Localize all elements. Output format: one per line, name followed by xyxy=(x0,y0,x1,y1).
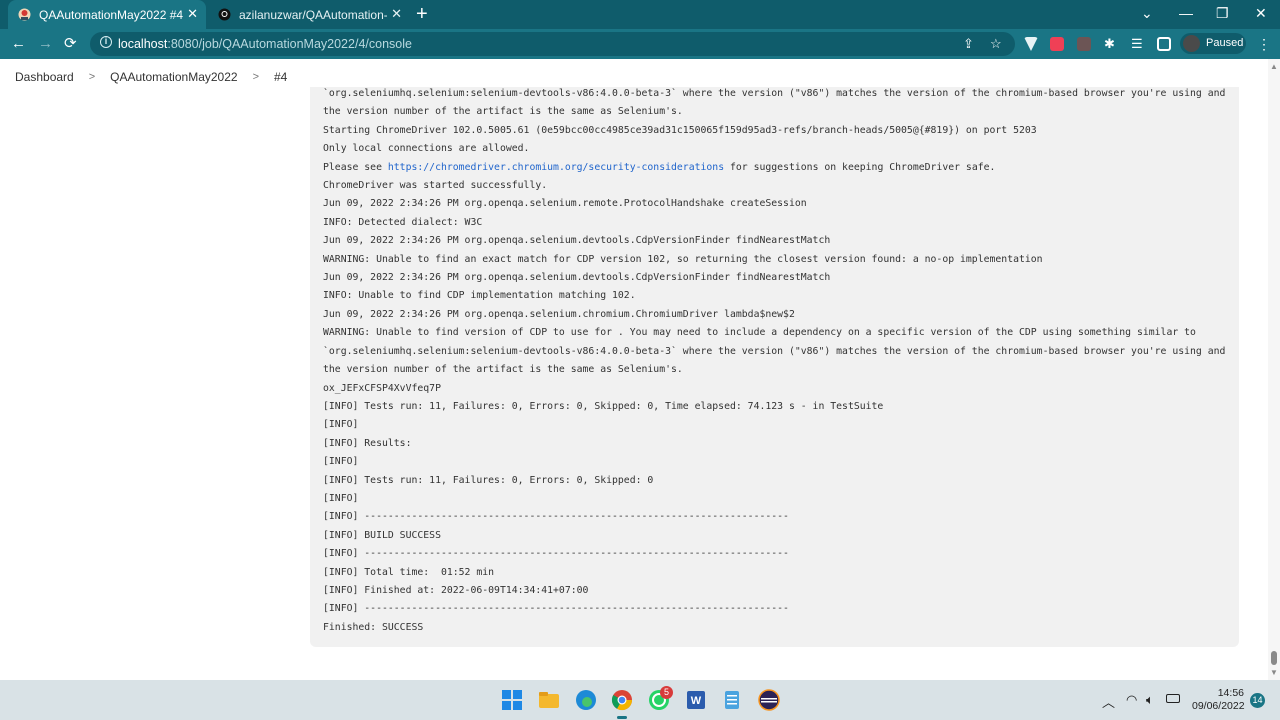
svg-text:W: W xyxy=(691,695,702,707)
system-clock[interactable]: 14:56 09/06/2022 xyxy=(1192,687,1245,713)
chevron-up-icon[interactable]: ︿ xyxy=(1102,692,1115,711)
windows-start-icon[interactable] xyxy=(501,689,523,711)
back-button[interactable]: ← xyxy=(11,35,26,53)
tab-close-icon[interactable]: ✕ xyxy=(391,7,402,21)
console-line: INFO: Unable to find CDP implementation … xyxy=(323,290,636,302)
tab-github-repo[interactable]: azilanuzwar/QAAutomation-JLab ✕ xyxy=(210,0,410,29)
breadcrumb-chevron-right-icon: > xyxy=(88,71,96,83)
console-line: the version number of the artifact is th… xyxy=(323,364,683,376)
console-line: WARNING: Unable to find an exact match f… xyxy=(323,253,1043,265)
minimize-button[interactable]: — xyxy=(1179,5,1193,21)
notification-badge[interactable]: 14 xyxy=(1250,693,1265,708)
side-panel-icon[interactable] xyxy=(1157,37,1171,51)
word-icon[interactable]: W xyxy=(685,689,707,711)
chrome-icon[interactable] xyxy=(611,689,633,711)
taskbar: W ︿ ◠ 🔈︎ 14:56 09/06/2022 14 xyxy=(0,680,1280,720)
tab-title: QAAutomationMay2022 #4 Console xyxy=(39,7,187,22)
forward-button[interactable]: → xyxy=(38,35,53,53)
console-line: WARNING: Unable to find version of CDP t… xyxy=(323,327,1196,339)
scrollbar-thumb[interactable] xyxy=(1271,651,1277,665)
console-line: [INFO] xyxy=(323,456,359,468)
bookmark-star-icon[interactable]: ☆ xyxy=(990,36,1002,52)
console-line: Jun 09, 2022 2:34:26 PM org.openqa.selen… xyxy=(323,308,795,320)
browser-toolbar: ← → ⟳ i localhost:8080/job/QAAutomationM… xyxy=(0,29,1280,59)
console-line: [INFO] xyxy=(323,492,359,504)
extension-icon[interactable] xyxy=(1077,37,1091,51)
share-icon[interactable]: ⇪ xyxy=(963,36,974,52)
console-line: [INFO] xyxy=(323,419,359,431)
console-line: Only local connections are allowed. xyxy=(323,143,530,155)
page-scrollbar[interactable]: ▲ ▼ xyxy=(1268,59,1280,680)
console-line: [INFO] Tests run: 11, Failures: 0, Error… xyxy=(323,474,654,486)
console-line: [INFO] BUILD SUCCESS xyxy=(323,529,441,541)
console-output-panel: `org.seleniumhq.selenium:selenium-devtoo… xyxy=(310,87,1239,647)
console-line: `org.seleniumhq.selenium:selenium-devtoo… xyxy=(323,345,1226,357)
console-output: `org.seleniumhq.selenium:selenium-devtoo… xyxy=(323,87,1225,637)
console-line: INFO: Detected dialect: W3C xyxy=(323,216,483,228)
scroll-up-icon[interactable]: ▲ xyxy=(1270,62,1278,71)
chromedriver-security-link[interactable]: https://chromedriver.chromium.org/securi… xyxy=(388,162,724,173)
tab-jenkins-console[interactable]: QAAutomationMay2022 #4 Console ✕ xyxy=(8,0,206,29)
pocket-extension-icon[interactable] xyxy=(1050,37,1064,51)
tab-search-chevron-down-icon[interactable]: ⌄ xyxy=(1141,5,1153,22)
console-line: ox_JEFxCFSP4XvVfeq7P xyxy=(323,382,441,394)
browser-menu-icon[interactable]: ⋮ xyxy=(1257,36,1271,53)
breadcrumb-job[interactable]: QAAutomationMay2022 xyxy=(110,70,237,84)
clock-date: 09/06/2022 xyxy=(1192,700,1245,712)
console-line: [INFO] Tests run: 11, Failures: 0, Error… xyxy=(323,400,884,412)
edge-browser-icon[interactable] xyxy=(575,689,597,711)
scroll-down-icon[interactable]: ▼ xyxy=(1270,668,1278,677)
tab-close-icon[interactable]: ✕ xyxy=(187,7,198,21)
profile-button[interactable]: Paused xyxy=(1180,33,1246,54)
url-path: :8080/job/QAAutomationMay2022/4/console xyxy=(167,37,412,51)
url-text[interactable]: localhost:8080/job/QAAutomationMay2022/4… xyxy=(118,37,412,51)
console-line: [INFO] Finished at: 2022-06-09T14:34:41+… xyxy=(323,584,589,596)
console-line: Jun 09, 2022 2:34:26 PM org.openqa.selen… xyxy=(323,198,807,210)
console-line: [INFO] ---------------------------------… xyxy=(323,548,789,560)
console-line: [INFO] Total time: 01:52 min xyxy=(323,566,495,578)
console-line: Finished: SUCCESS xyxy=(323,621,424,633)
console-line: [INFO] ---------------------------------… xyxy=(323,603,789,615)
notepad-icon[interactable] xyxy=(721,689,743,711)
speaker-icon[interactable]: 🔈︎ xyxy=(1146,692,1154,708)
console-line: for suggestions on keeping ChromeDriver … xyxy=(724,161,996,173)
extensions-puzzle-icon[interactable]: ✱ xyxy=(1104,36,1115,52)
console-line: [INFO] ---------------------------------… xyxy=(323,511,789,523)
whatsapp-unread-badge: 5 xyxy=(660,686,673,699)
breadcrumb-chevron-right-icon: > xyxy=(252,71,259,83)
url-host: localhost xyxy=(118,37,168,51)
breadcrumb-build[interactable]: #4 xyxy=(274,70,287,84)
console-line: Jun 09, 2022 2:34:26 PM org.openqa.selen… xyxy=(323,235,831,247)
console-line: `org.seleniumhq.selenium:selenium-devtoo… xyxy=(323,88,1226,99)
jenkins-favicon-icon xyxy=(18,8,31,21)
console-line: [INFO] Results: xyxy=(323,437,412,449)
vue-extension-icon[interactable] xyxy=(1024,37,1038,51)
file-explorer-icon[interactable] xyxy=(538,689,560,711)
console-line: ChromeDriver was started successfully. xyxy=(323,180,548,192)
maximize-button[interactable]: ❐ xyxy=(1216,5,1229,22)
breadcrumb-dashboard[interactable]: Dashboard xyxy=(15,70,74,84)
new-tab-button[interactable]: + xyxy=(416,4,428,24)
battery-icon[interactable] xyxy=(1166,694,1180,703)
console-line: the version number of the artifact is th… xyxy=(323,106,683,118)
console-line: Please see xyxy=(323,161,388,173)
clock-time: 14:56 xyxy=(1217,687,1244,699)
eclipse-icon[interactable] xyxy=(758,689,780,711)
console-line: Starting ChromeDriver 102.0.5005.61 (0e5… xyxy=(323,124,1037,136)
address-bar[interactable]: i localhost:8080/job/QAAutomationMay2022… xyxy=(90,32,1015,56)
profile-status: Paused xyxy=(1206,37,1244,49)
github-favicon-icon xyxy=(218,8,231,21)
reading-list-icon[interactable]: ☰ xyxy=(1131,36,1143,52)
reload-button[interactable]: ⟳ xyxy=(64,35,77,53)
avatar xyxy=(1183,35,1200,52)
site-info-icon[interactable]: i xyxy=(100,36,112,48)
tab-title: azilanuzwar/QAAutomation-JLab xyxy=(239,7,387,22)
browser-tab-strip: QAAutomationMay2022 #4 Console ✕ azilanu… xyxy=(0,0,1280,29)
console-line: Jun 09, 2022 2:34:26 PM org.openqa.selen… xyxy=(323,272,831,284)
chrome-active-indicator xyxy=(617,716,627,719)
wifi-icon[interactable]: ◠ xyxy=(1126,692,1137,708)
close-window-button[interactable]: ✕ xyxy=(1255,5,1267,22)
